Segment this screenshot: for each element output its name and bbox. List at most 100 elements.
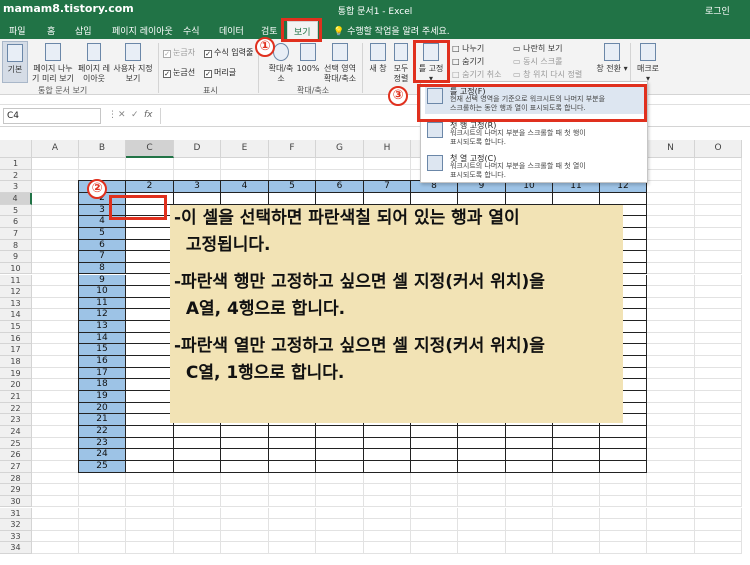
cell[interactable]	[79, 519, 126, 531]
split-button[interactable]: □ 나누기	[452, 43, 484, 54]
cell[interactable]	[79, 158, 126, 170]
custom-views-button[interactable]: 사용자 지정 보기	[110, 41, 156, 84]
table-cell[interactable]	[174, 460, 221, 473]
cell[interactable]	[32, 495, 79, 508]
table-cell[interactable]	[126, 460, 174, 473]
cell[interactable]	[695, 519, 742, 531]
cell[interactable]	[695, 414, 742, 426]
tab-formulas[interactable]: 수식	[183, 24, 200, 37]
cell[interactable]	[695, 297, 742, 310]
cell[interactable]	[316, 472, 364, 485]
row-header[interactable]: 1	[0, 158, 32, 170]
row-header[interactable]: 23	[0, 414, 32, 426]
table-cell[interactable]	[458, 449, 506, 461]
cell[interactable]	[32, 274, 79, 287]
cell[interactable]	[695, 309, 742, 322]
column-header-g[interactable]: G	[316, 140, 364, 158]
cell[interactable]	[126, 542, 174, 555]
row-header[interactable]: 32	[0, 519, 32, 531]
table-cell[interactable]	[174, 449, 221, 461]
table-cell[interactable]	[126, 251, 174, 263]
cell[interactable]	[647, 391, 695, 403]
cell[interactable]	[269, 530, 316, 543]
cell[interactable]	[553, 507, 600, 520]
table-cell[interactable]	[269, 437, 316, 450]
cell[interactable]	[221, 519, 269, 531]
unhide-button[interactable]: □ 숨기기 취소	[452, 69, 501, 80]
cell[interactable]	[221, 472, 269, 485]
table-cell[interactable]	[506, 460, 553, 473]
cell[interactable]	[695, 367, 742, 380]
column-label-cell[interactable]: 8	[411, 181, 458, 193]
cell[interactable]	[647, 379, 695, 391]
cell[interactable]	[506, 472, 553, 485]
cell[interactable]	[647, 530, 695, 543]
cell[interactable]	[647, 449, 695, 461]
cell[interactable]	[32, 286, 79, 298]
tab-page-layout[interactable]: 페이지 레이아웃	[112, 24, 173, 37]
table-cell[interactable]	[126, 297, 174, 310]
cell[interactable]	[79, 530, 126, 543]
table-cell[interactable]	[553, 460, 600, 473]
switch-windows-button[interactable]: 창 전환 ▾	[596, 41, 628, 74]
table-cell[interactable]	[174, 192, 221, 205]
row-header[interactable]: 3	[0, 181, 32, 193]
cell[interactable]	[695, 437, 742, 450]
table-cell[interactable]	[126, 379, 174, 391]
cell[interactable]	[32, 437, 79, 450]
row-header[interactable]: 29	[0, 484, 32, 496]
table-cell[interactable]	[364, 460, 411, 473]
cell[interactable]	[174, 530, 221, 543]
cell[interactable]	[553, 484, 600, 496]
cell[interactable]	[221, 530, 269, 543]
cell[interactable]	[506, 530, 553, 543]
row-header[interactable]: 17	[0, 344, 32, 357]
row-header[interactable]: 31	[0, 507, 32, 520]
cell[interactable]	[553, 530, 600, 543]
cell[interactable]	[695, 321, 742, 333]
cell[interactable]	[647, 181, 695, 193]
cell[interactable]	[174, 495, 221, 508]
cell[interactable]	[506, 519, 553, 531]
table-cell[interactable]	[553, 449, 600, 461]
row-header[interactable]: 30	[0, 495, 32, 508]
cell[interactable]	[695, 204, 742, 217]
table-cell[interactable]	[600, 460, 647, 473]
cell[interactable]	[553, 472, 600, 485]
table-cell[interactable]	[126, 425, 174, 438]
cell[interactable]	[126, 507, 174, 520]
cell[interactable]	[506, 542, 553, 555]
row-label-cell[interactable]: 9	[79, 274, 126, 287]
cell[interactable]	[316, 158, 364, 170]
cell[interactable]	[126, 484, 174, 496]
view-side-by-side-button[interactable]: ▭ 나란히 보기	[513, 43, 562, 54]
column-label-cell[interactable]: 12	[600, 181, 647, 193]
row-header[interactable]: 14	[0, 309, 32, 322]
row-label-cell[interactable]: 15	[79, 344, 126, 357]
cell[interactable]	[316, 542, 364, 555]
gridlines-checkbox[interactable]: ✓ 눈금선	[163, 67, 195, 78]
table-cell[interactable]	[126, 286, 174, 298]
row-header[interactable]: 10	[0, 262, 32, 275]
cell[interactable]	[647, 297, 695, 310]
column-label-cell[interactable]: 5	[269, 181, 316, 193]
cell[interactable]	[647, 414, 695, 426]
cell[interactable]	[32, 181, 79, 193]
cell[interactable]	[221, 158, 269, 170]
column-label-cell[interactable]: 9	[458, 181, 506, 193]
cell[interactable]	[553, 542, 600, 555]
row-header[interactable]: 6	[0, 216, 32, 228]
tab-insert[interactable]: 삽입	[75, 24, 92, 37]
row-label-cell[interactable]: 16	[79, 356, 126, 368]
table-cell[interactable]	[600, 437, 647, 450]
cell[interactable]	[695, 251, 742, 263]
row-label-cell[interactable]: 11	[79, 297, 126, 310]
cell[interactable]	[647, 332, 695, 345]
row-header[interactable]: 7	[0, 227, 32, 240]
row-label-cell[interactable]: 19	[79, 391, 126, 403]
table-cell[interactable]	[269, 192, 316, 205]
table-cell[interactable]	[316, 449, 364, 461]
row-header[interactable]: 26	[0, 449, 32, 461]
table-cell[interactable]	[411, 449, 458, 461]
cell[interactable]	[32, 297, 79, 310]
